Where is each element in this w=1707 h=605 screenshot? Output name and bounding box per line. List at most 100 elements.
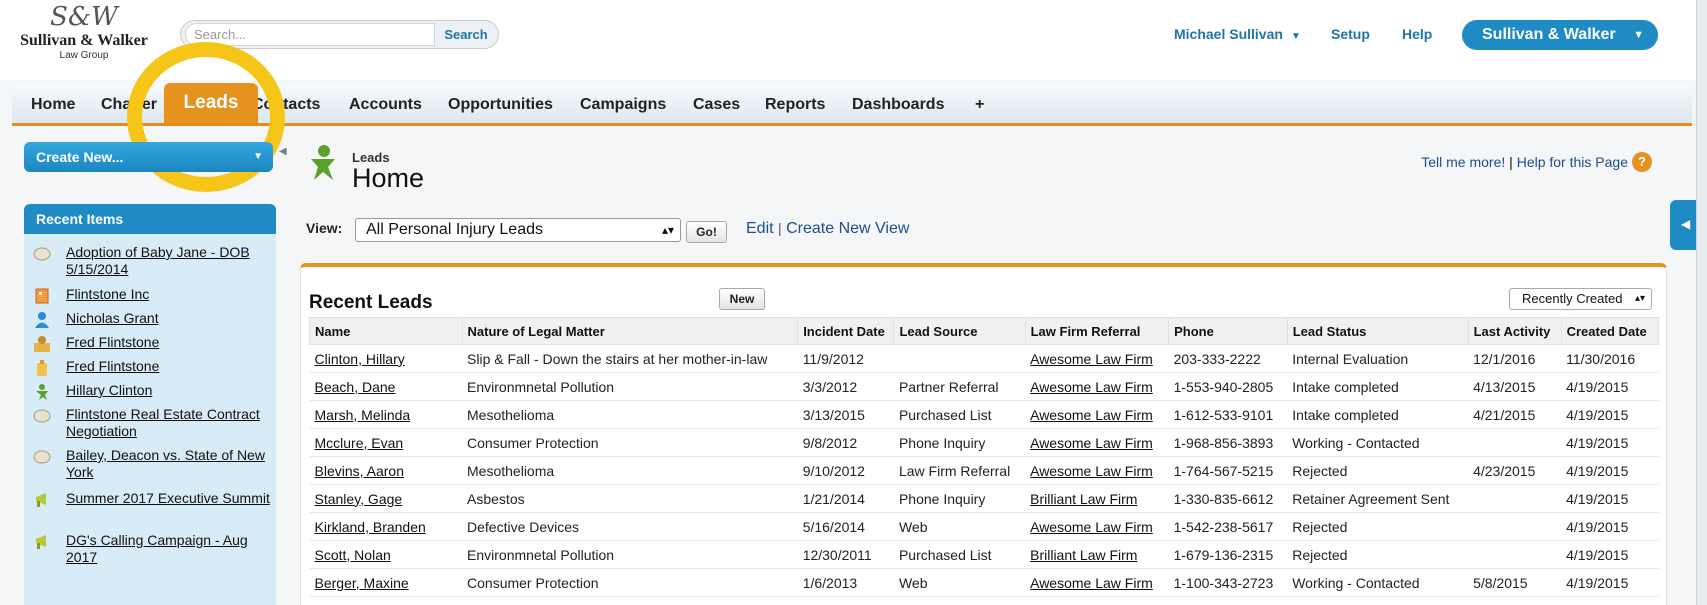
setup-link[interactable]: Setup bbox=[1331, 26, 1370, 42]
table-cell: 9/10/2012 bbox=[797, 456, 894, 485]
law-firm-link[interactable]: Awesome Law Firm bbox=[1025, 568, 1169, 597]
recent-item[interactable]: Fred Flintstone bbox=[32, 334, 270, 354]
create-new-button[interactable]: Create New... ▼ bbox=[24, 142, 273, 172]
help-icon[interactable]: ? bbox=[1632, 152, 1652, 172]
search-button[interactable]: Search bbox=[437, 23, 495, 46]
table-cell: 4/19/2015 bbox=[1561, 400, 1659, 429]
recent-item-link[interactable]: Flintstone Inc bbox=[66, 286, 149, 303]
table-cell: 11/30/2016 bbox=[1561, 344, 1659, 373]
recent-item-link[interactable]: Fred Flintstone bbox=[66, 334, 159, 351]
lead-name-link[interactable]: Scott, Nolan bbox=[309, 540, 463, 569]
column-header[interactable]: Nature of Legal Matter bbox=[461, 317, 799, 345]
law-firm-link[interactable]: Awesome Law Firm bbox=[1025, 400, 1169, 429]
table-cell: Environmnetal Pollution bbox=[462, 540, 798, 569]
lead-name-link[interactable]: Clinton, Hillary bbox=[309, 344, 463, 373]
sidebar: Create New... ▼ ◀ Recent Items Adoption … bbox=[24, 140, 287, 605]
law-firm-link[interactable]: Awesome Law Firm bbox=[1025, 344, 1169, 373]
recent-item-link[interactable]: DG's Calling Campaign - Aug 2017 bbox=[66, 532, 270, 566]
edit-view-link[interactable]: Edit bbox=[746, 220, 774, 237]
help-for-page-link[interactable]: Help for this Page bbox=[1517, 154, 1628, 170]
table-cell: Rejected bbox=[1287, 540, 1469, 569]
collapse-sidebar-icon[interactable]: ◀ bbox=[279, 146, 287, 157]
column-header[interactable]: Law Firm Referral bbox=[1024, 317, 1170, 345]
new-lead-button[interactable]: New bbox=[719, 288, 765, 310]
create-new-view-link[interactable]: Create New View bbox=[786, 220, 909, 237]
lead-name-link[interactable]: Mcclure, Evan bbox=[309, 428, 463, 457]
recent-item[interactable]: Summer 2017 Executive Summit bbox=[32, 490, 270, 510]
recent-item-link[interactable]: Bailey, Deacon vs. State of New York bbox=[66, 447, 270, 481]
law-firm-link[interactable]: Awesome Law Firm bbox=[1025, 372, 1169, 401]
recent-item[interactable]: DG's Calling Campaign - Aug 2017 bbox=[32, 532, 270, 566]
lead-name-link[interactable]: Blevins, Aaron bbox=[309, 456, 463, 485]
tab-opportunities[interactable]: Opportunities bbox=[448, 96, 553, 114]
view-select[interactable]: All Personal Injury Leads ▴▾ bbox=[355, 218, 681, 242]
law-firm-link[interactable]: Brilliant Law Firm bbox=[1025, 484, 1169, 513]
tab-cases[interactable]: Cases bbox=[693, 96, 740, 114]
tab-accounts[interactable]: Accounts bbox=[349, 96, 422, 114]
table-cell: 1-612-533-9101 bbox=[1168, 400, 1288, 429]
recent-item-link[interactable]: Hillary Clinton bbox=[66, 382, 152, 399]
help-link[interactable]: Help bbox=[1402, 26, 1432, 42]
table-cell: 3/13/2015 bbox=[797, 400, 894, 429]
recent-item[interactable]: Flintstone Real Estate Contract Negotiat… bbox=[32, 406, 270, 440]
recent-item[interactable]: Hillary Clinton bbox=[32, 382, 270, 402]
sort-select-value: Recently Created bbox=[1522, 291, 1623, 306]
recent-item-link[interactable]: Summer 2017 Executive Summit bbox=[66, 490, 270, 507]
table-cell: Purchased List bbox=[893, 400, 1026, 429]
law-firm-link[interactable]: Awesome Law Firm bbox=[1025, 428, 1169, 457]
chevron-down-icon: ▼ bbox=[1633, 29, 1644, 41]
table-cell bbox=[1468, 484, 1562, 513]
lead-name-link[interactable]: Marsh, Melinda bbox=[309, 400, 463, 429]
table-cell: 1-968-856-3893 bbox=[1168, 428, 1288, 457]
law-firm-link[interactable]: Awesome Law Firm bbox=[1025, 512, 1169, 541]
table-row: Kirkland, Branden Defective Devices 5/16/2… bbox=[309, 512, 1659, 541]
table-row: Scott, Nolan Environmnetal Pollution 12/30… bbox=[309, 540, 1659, 569]
law-firm-link[interactable]: Brilliant Law Firm bbox=[1025, 540, 1169, 569]
column-header[interactable]: Name bbox=[309, 317, 463, 345]
tab-reports[interactable]: Reports bbox=[765, 96, 825, 114]
column-header[interactable]: Last Activity bbox=[1467, 317, 1562, 345]
column-header[interactable]: Lead Source bbox=[893, 317, 1026, 345]
recent-item-link[interactable]: Flintstone Real Estate Contract Negotiat… bbox=[66, 406, 270, 440]
user-menu[interactable]: Michael Sullivan ▼ bbox=[1174, 26, 1301, 42]
law-firm-link[interactable]: Awesome Law Firm bbox=[1025, 456, 1169, 485]
recent-item[interactable]: Bailey, Deacon vs. State of New York bbox=[32, 447, 270, 481]
table-cell: Rejected bbox=[1287, 456, 1469, 485]
recent-item-link[interactable]: Nicholas Grant bbox=[66, 310, 159, 327]
column-header[interactable]: Lead Status bbox=[1286, 317, 1469, 345]
go-button[interactable]: Go! bbox=[686, 221, 727, 243]
recent-item[interactable]: Adoption of Baby Jane - DOB 5/15/2014 bbox=[32, 244, 270, 278]
tab-campaigns[interactable]: Campaigns bbox=[580, 96, 666, 114]
recent-item[interactable]: Nicholas Grant bbox=[32, 310, 270, 330]
table-cell: Slip & Fall - Down the stairs at her mot… bbox=[462, 344, 798, 373]
column-header[interactable]: Created Date bbox=[1560, 317, 1660, 345]
lead-icon bbox=[32, 382, 52, 402]
scrollbar[interactable] bbox=[1696, 0, 1707, 605]
column-header[interactable]: Phone bbox=[1168, 317, 1288, 345]
recent-item[interactable]: Fred Flintstone bbox=[32, 358, 270, 378]
recent-item[interactable]: Flintstone Inc bbox=[32, 286, 270, 306]
lead-name-link[interactable]: Berger, Maxine bbox=[309, 568, 463, 597]
table-row: Stanley, Gage Asbestos 1/21/2014 Phone Inqu… bbox=[309, 484, 1659, 513]
case-icon bbox=[32, 244, 52, 264]
table-cell: 12/30/2011 bbox=[797, 540, 894, 569]
lead-name-link[interactable]: Beach, Dane bbox=[309, 372, 463, 401]
add-tab-icon[interactable]: + bbox=[975, 96, 984, 114]
tell-me-more-link[interactable]: Tell me more! bbox=[1421, 154, 1505, 170]
tab-dashboards[interactable]: Dashboards bbox=[852, 96, 944, 114]
recent-item-link[interactable]: Fred Flintstone bbox=[66, 358, 159, 375]
tab-home[interactable]: Home bbox=[31, 96, 75, 114]
sort-select[interactable]: Recently Created ▴▾ bbox=[1509, 288, 1652, 310]
table-cell: Web bbox=[893, 512, 1026, 541]
table-cell: 4/19/2015 bbox=[1561, 428, 1659, 457]
search-input[interactable] bbox=[185, 23, 435, 46]
recent-item-link[interactable]: Adoption of Baby Jane - DOB 5/15/2014 bbox=[66, 244, 270, 278]
lead-name-link[interactable]: Stanley, Gage bbox=[309, 484, 463, 513]
view-links: Edit | Create New View bbox=[746, 220, 909, 238]
column-header[interactable]: Incident Date bbox=[797, 317, 895, 345]
app-switcher[interactable]: Sullivan & Walker ▼ bbox=[1462, 20, 1658, 50]
company-logo[interactable]: S&W Sullivan & Walker Law Group bbox=[14, 2, 154, 68]
lead-name-link[interactable]: Kirkland, Branden bbox=[309, 512, 463, 541]
logo-monogram: S&W bbox=[50, 2, 118, 32]
table-row: Blevins, Aaron Mesothelioma 9/10/2012 Law F… bbox=[309, 456, 1659, 485]
